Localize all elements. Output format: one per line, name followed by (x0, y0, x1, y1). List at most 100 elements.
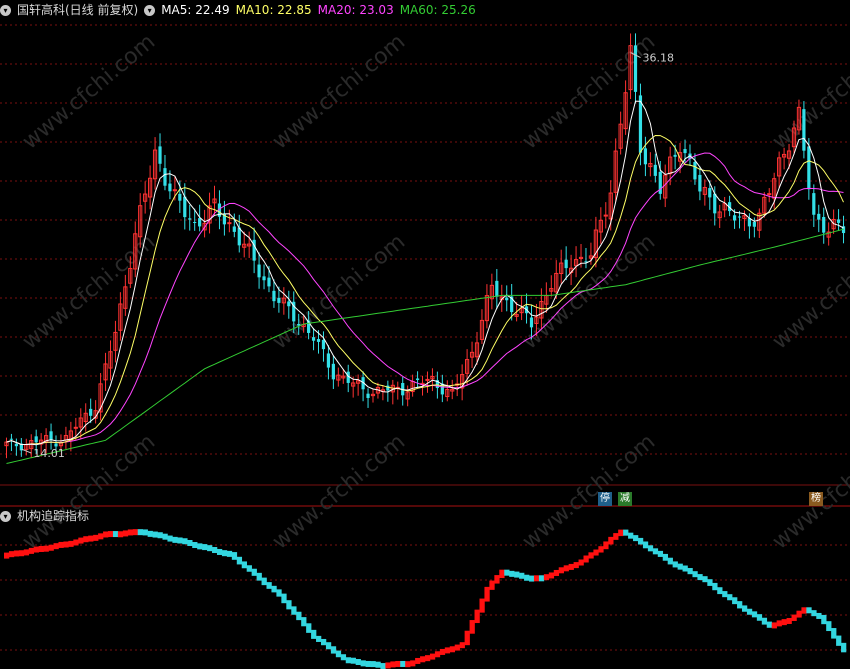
indicator-bar-rising (563, 565, 569, 572)
indicator-bar-falling (836, 635, 842, 646)
indicator-bar-falling (756, 614, 763, 621)
indicator-bar-rising (558, 567, 564, 574)
indicator-bar-rising (449, 646, 456, 653)
indicator-bar-rising (791, 614, 797, 621)
candle-down (633, 45, 638, 92)
ma60-label: MA60: 25.26 (399, 3, 476, 17)
indicator-bar-falling (296, 611, 302, 621)
watermark: www.cfchi.com (768, 29, 850, 154)
indicator-bar-falling (340, 654, 347, 661)
indicator-bar-rising (132, 529, 139, 536)
candle-down (321, 339, 326, 350)
indicator-bar-falling (370, 661, 376, 668)
indicator-title: 机构追踪指标 (17, 509, 90, 523)
candle-down (267, 277, 271, 287)
indicator-bar-falling (306, 623, 312, 633)
indicator-bar-falling (811, 610, 817, 617)
badge-halt[interactable]: 停 (598, 492, 612, 506)
candle-down (737, 216, 742, 218)
indicator-bar-rising (127, 529, 134, 536)
indicator-bar-falling (628, 532, 634, 539)
indicator-bar-falling (741, 605, 748, 612)
indicator-bar-falling (241, 561, 247, 569)
candle-down (326, 353, 331, 368)
indicator-bar-falling (291, 606, 297, 615)
indicator-bar-falling (514, 571, 520, 578)
ma10-line (6, 134, 844, 445)
watermark: www.cfchi.com (18, 29, 160, 154)
ma5-label: MA5: 22.49 (161, 3, 230, 17)
candle-up (603, 214, 608, 217)
candle-up (73, 426, 78, 429)
indicator-bar-falling (504, 569, 510, 576)
settings-circle-icon[interactable]: ▾ (144, 5, 156, 16)
indicator-bar-falling (345, 657, 352, 664)
indicator-bar-falling (311, 629, 317, 639)
candle-down (693, 162, 697, 180)
candle-down (287, 301, 291, 307)
indicator-bar-falling (226, 550, 233, 557)
watermark: www.cfchi.com (268, 429, 410, 554)
ma10-label: MA10: 22.85 (235, 3, 312, 17)
candle-down (713, 193, 717, 214)
candle-down (683, 149, 687, 154)
indicator-bar-rising (771, 622, 777, 629)
indicator-bar-falling (177, 537, 183, 544)
indicator-bar-falling (365, 660, 371, 667)
candle-down (836, 219, 841, 223)
candle-down (698, 174, 702, 192)
badge-list[interactable]: 榜 (809, 492, 823, 506)
indicator-bar-falling (692, 571, 698, 578)
candle-up (767, 193, 772, 196)
indicator-bar-rising (108, 531, 114, 538)
indicator-bar-falling (350, 657, 356, 664)
indicator-bar-rising (122, 530, 129, 537)
indicator-bar-falling (737, 601, 743, 609)
candle-down (198, 218, 202, 227)
candle-down (262, 276, 266, 281)
indicator-bar-falling (286, 600, 292, 610)
indicator-bar-rising (533, 575, 540, 582)
indicator-bar-falling (261, 577, 267, 586)
indicator-bar-rising (484, 586, 490, 602)
candle-down (643, 148, 648, 165)
indicator-bar-falling (529, 575, 535, 582)
indicator-bar-rising (469, 620, 475, 634)
indicator-bar-rising (117, 531, 124, 538)
indicator-bar-rising (593, 549, 599, 556)
indicator-bar-rising (48, 544, 54, 551)
indicator-bar-rising (568, 563, 574, 570)
chevron-down-icon[interactable]: ▾ (0, 5, 11, 16)
indicator-bar-falling (192, 542, 198, 549)
indicator-bar-rising (18, 550, 25, 557)
indicator-bar-rising (781, 619, 787, 626)
indicator-bar-rising (53, 543, 59, 550)
indicator-bar-falling (657, 550, 664, 557)
badge-reduce[interactable]: 减 (618, 492, 632, 506)
indicator-bar-falling (137, 529, 143, 536)
indicator-bar-rising (801, 607, 807, 614)
indicator-bar-falling (732, 597, 738, 605)
indicator-bar-rising (464, 630, 470, 646)
indicator-bar-falling (677, 563, 683, 570)
indicator-bar-falling (256, 572, 262, 581)
indicator-bar-rising (58, 541, 64, 548)
indicator-bar-falling (236, 556, 243, 565)
indicator-bar-rising (78, 537, 84, 544)
indicator-bar-rising (33, 546, 39, 553)
indicator-bar-falling (216, 548, 223, 555)
indicator-bar-falling (667, 557, 673, 565)
candle-up (172, 189, 177, 192)
candle-down (158, 146, 162, 164)
candle-up (227, 222, 232, 225)
chevron-down-icon[interactable]: ▾ (0, 511, 11, 522)
indicator-bar-falling (538, 575, 545, 582)
indicator-bar-falling (231, 552, 238, 560)
indicator-bar-rising (93, 534, 99, 541)
candle-down (817, 213, 821, 220)
candle-down (564, 259, 568, 269)
candle-down (9, 438, 14, 440)
candle-down (822, 217, 826, 233)
indicator-bar-rising (786, 617, 792, 624)
indicator-bar-rising (98, 533, 104, 540)
